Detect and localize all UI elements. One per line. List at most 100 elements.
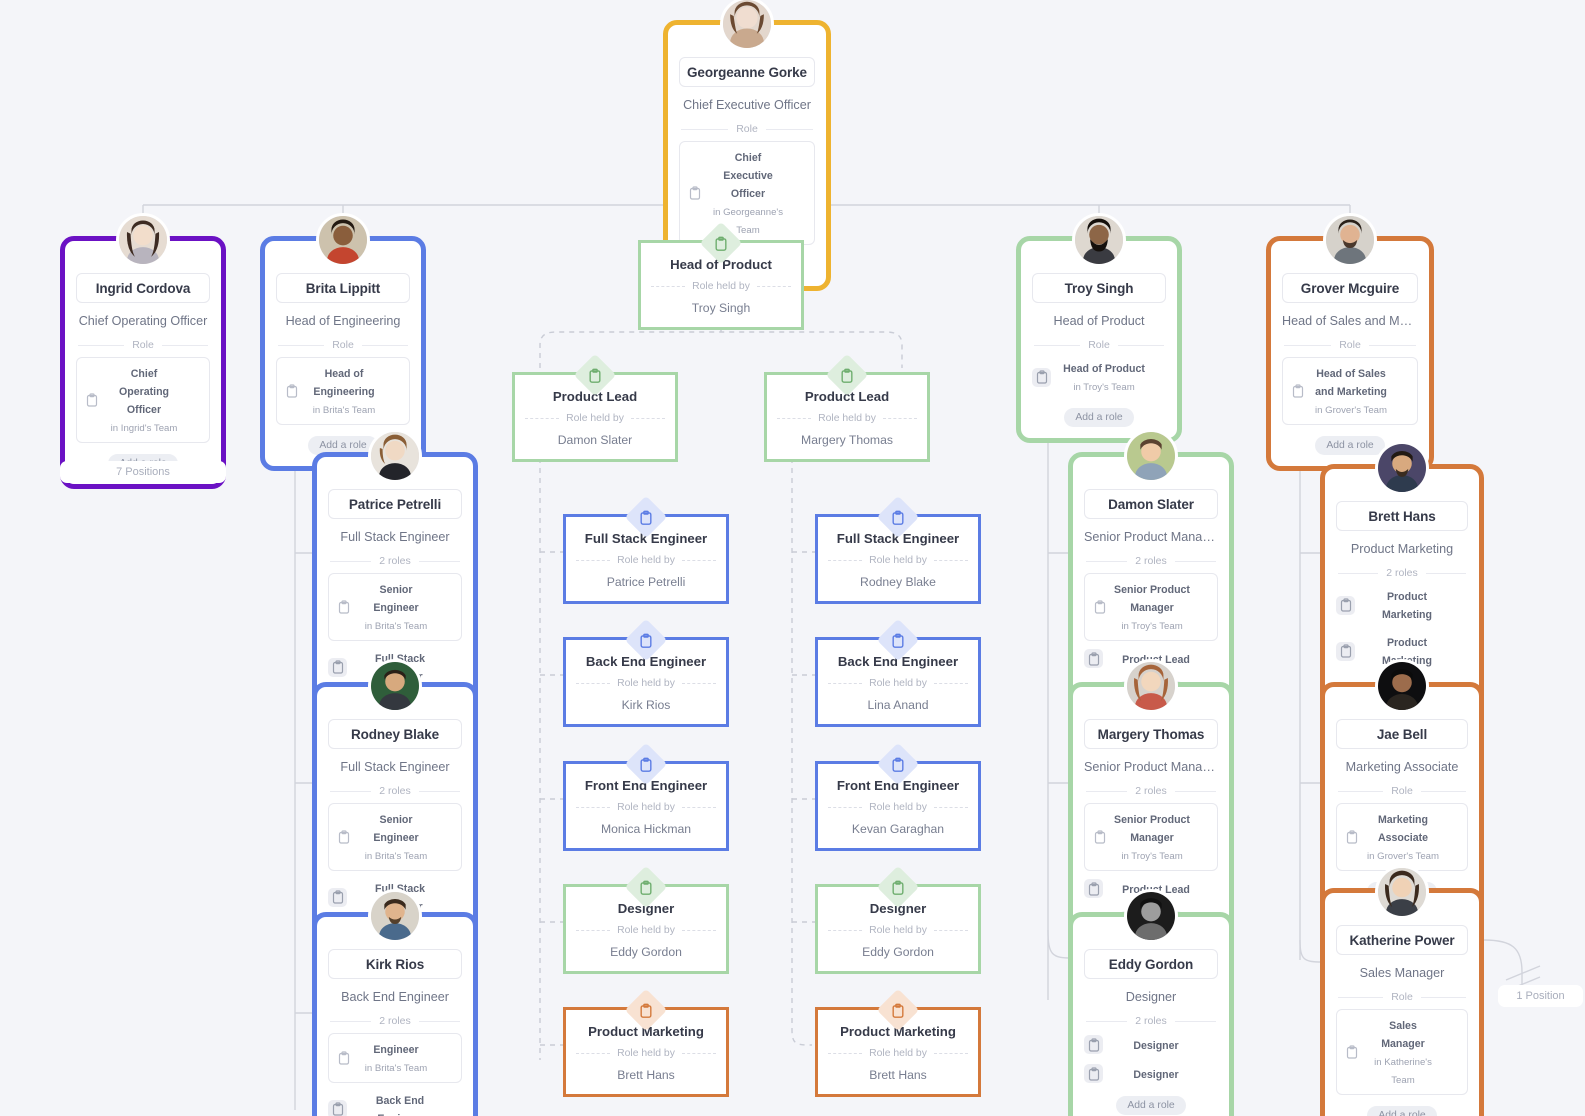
clipboard-icon: [892, 509, 905, 525]
avatar: [1375, 865, 1429, 919]
roles-header: Role: [1284, 339, 1416, 351]
role-card-product-lead-2[interactable]: Product Lead Role held by Margery Thomas: [764, 353, 930, 462]
role-name: Head of Engineering: [313, 368, 375, 398]
role-team: in Brita's Team: [364, 851, 428, 862]
role-holder: Margery Thomas: [801, 433, 893, 447]
role-row[interactable]: Head of Product in Troy's Team: [1032, 357, 1166, 397]
role-holder: Brett Hans: [869, 1068, 927, 1082]
roles-header: 2 roles: [1086, 1015, 1216, 1027]
role-row[interactable]: Sales Manager in Katherine's Team: [1336, 1009, 1468, 1095]
role-card-product-marketing-2[interactable]: Product Marketing Role held by Brett Han…: [815, 988, 981, 1097]
role-card-full-stack-engineer-1[interactable]: Full Stack Engineer Role held by Patrice…: [563, 495, 729, 604]
role-row[interactable]: Chief Executive Officer in Georgeanne's T…: [679, 141, 815, 245]
role-holder: Rodney Blake: [860, 575, 936, 589]
person-card-katherine[interactable]: Katherine Power Sales Manager Role Sales…: [1320, 865, 1484, 1116]
avatar: [1375, 659, 1429, 713]
roles-header: Role: [278, 339, 408, 351]
clipboard-icon: [892, 879, 905, 895]
clipboard-icon: [336, 829, 352, 845]
positions-pill-katherine[interactable]: 1 Position: [1498, 985, 1583, 1007]
role-row[interactable]: Senior Product Manager in Troy's Team: [1084, 803, 1218, 871]
clipboard-icon: [1084, 1035, 1103, 1054]
role-team: in Troy's Team: [1073, 382, 1135, 393]
person-name: Jae Bell: [1336, 719, 1468, 749]
clipboard-icon: [1344, 1044, 1360, 1060]
role-held-by-label: Role held by: [828, 555, 968, 566]
role-card-product-lead-1[interactable]: Product Lead Role held by Damon Slater: [512, 353, 678, 462]
role-card-full-stack-engineer-2[interactable]: Full Stack Engineer Role held by Rodney …: [815, 495, 981, 604]
role-team: in Brita's Team: [312, 405, 376, 416]
person-title: Full Stack Engineer: [340, 760, 450, 774]
add-role-button[interactable]: Add a role: [1367, 1106, 1437, 1116]
clipboard-icon: [841, 367, 854, 383]
add-role-button[interactable]: Add a role: [1116, 1096, 1186, 1115]
person-title: Back End Engineer: [341, 990, 449, 1004]
role-holder: Kirk Rios: [621, 698, 671, 712]
person-card-ingrid[interactable]: Ingrid Cordova Chief Operating Officer R…: [60, 213, 226, 489]
person-card-grover[interactable]: Grover Mcguire Head of Sales and Mark...…: [1266, 213, 1434, 471]
role-row[interactable]: Back End Engineer: [328, 1089, 462, 1116]
role-held-by-label: Role held by: [828, 802, 968, 813]
clipboard-icon: [640, 632, 653, 648]
role-row[interactable]: Senior Product Manager in Troy's Team: [1084, 573, 1218, 641]
person-title: Senior Product Manager: [1084, 760, 1218, 774]
positions-pill-ingrid[interactable]: 7 Positions: [60, 461, 226, 483]
person-title: Senior Product Manager: [1084, 530, 1218, 544]
role-card-front-end-engineer-1[interactable]: Front End Engineer Role held by Monica H…: [563, 742, 729, 851]
role-name: Designer: [1133, 1039, 1179, 1052]
role-card-back-end-engineer-2[interactable]: Back End Engineer Role held by Lina Anan…: [815, 618, 981, 727]
role-team: in Grover's Team: [1314, 405, 1388, 416]
role-card-product-marketing-1[interactable]: Product Marketing Role held by Brett Han…: [563, 988, 729, 1097]
roles-header: Role: [681, 123, 813, 135]
role-card-front-end-engineer-2[interactable]: Front End Engineer Role held by Kevan Ga…: [815, 742, 981, 851]
role-holder: Patrice Petrelli: [606, 575, 686, 589]
person-card-kirk[interactable]: Kirk Rios Back End Engineer 2 roles Engi…: [312, 889, 478, 1116]
role-name: Sales Manager: [1381, 1020, 1425, 1050]
clipboard-icon: [284, 383, 300, 399]
role-row[interactable]: Designer: [1084, 1033, 1218, 1056]
avatar: [368, 889, 422, 943]
avatar: [1124, 659, 1178, 713]
clipboard-icon: [1092, 829, 1108, 845]
clipboard-icon: [1336, 595, 1355, 615]
person-card-troy[interactable]: Troy Singh Head of Product Role Head of …: [1016, 213, 1182, 443]
role-holder: Lina Anand: [867, 698, 929, 712]
role-name: Marketing Associate: [1377, 814, 1429, 844]
role-name: Senior Product Manager: [1114, 584, 1190, 614]
person-name: Ingrid Cordova: [76, 273, 210, 303]
role-row[interactable]: Engineer in Brita's Team: [328, 1033, 462, 1083]
person-card-eddy[interactable]: Eddy Gordon Designer 2 roles Designer De…: [1068, 889, 1234, 1116]
role-row[interactable]: Head of Engineering in Brita's Team: [276, 357, 410, 425]
role-card-designer-1[interactable]: Designer Role held by Eddy Gordon: [563, 865, 729, 974]
role-holder: Damon Slater: [557, 433, 633, 447]
avatar: [1375, 441, 1429, 495]
roles-header: 2 roles: [330, 555, 460, 567]
clipboard-icon: [1344, 829, 1360, 845]
role-holder: Eddy Gordon: [610, 945, 682, 959]
role-row[interactable]: Senior Engineer in Brita's Team: [328, 573, 462, 641]
role-holder: Kevan Garaghan: [851, 822, 945, 836]
clipboard-icon: [1336, 641, 1355, 661]
role-row[interactable]: Designer: [1084, 1062, 1218, 1085]
clipboard-icon: [640, 756, 653, 772]
role-team: in Katherine's Team: [1374, 1057, 1432, 1086]
role-row[interactable]: Chief Operating Officer in Ingrid's Team: [76, 357, 210, 443]
role-row[interactable]: Product Marketing: [1336, 585, 1468, 625]
role-held-by-label: Role held by: [576, 1048, 716, 1059]
role-card-designer-2[interactable]: Designer Role held by Eddy Gordon: [815, 865, 981, 974]
clipboard-icon: [640, 509, 653, 525]
role-row[interactable]: Senior Engineer in Brita's Team: [328, 803, 462, 871]
org-chart-canvas: Georgeanne Gorke Chief Executive Officer…: [0, 0, 1585, 1116]
role-card-head-of-product[interactable]: Head of Product Role held by Troy Singh: [638, 221, 804, 330]
role-name: Senior Engineer: [373, 584, 419, 614]
person-name: Damon Slater: [1084, 489, 1218, 519]
person-title: Full Stack Engineer: [340, 530, 450, 544]
add-role-button[interactable]: Add a role: [1315, 436, 1385, 455]
avatar: [316, 213, 370, 267]
role-row[interactable]: Marketing Associate in Grover's Team: [1336, 803, 1468, 871]
role-team: in Ingrid's Team: [110, 423, 178, 434]
role-held-by-label: Role held by: [828, 925, 968, 936]
role-card-back-end-engineer-1[interactable]: Back End Engineer Role held by Kirk Rios: [563, 618, 729, 727]
role-row[interactable]: Head of Sales and Marketing in Grover's T…: [1282, 357, 1418, 425]
add-role-button[interactable]: Add a role: [1064, 408, 1134, 427]
